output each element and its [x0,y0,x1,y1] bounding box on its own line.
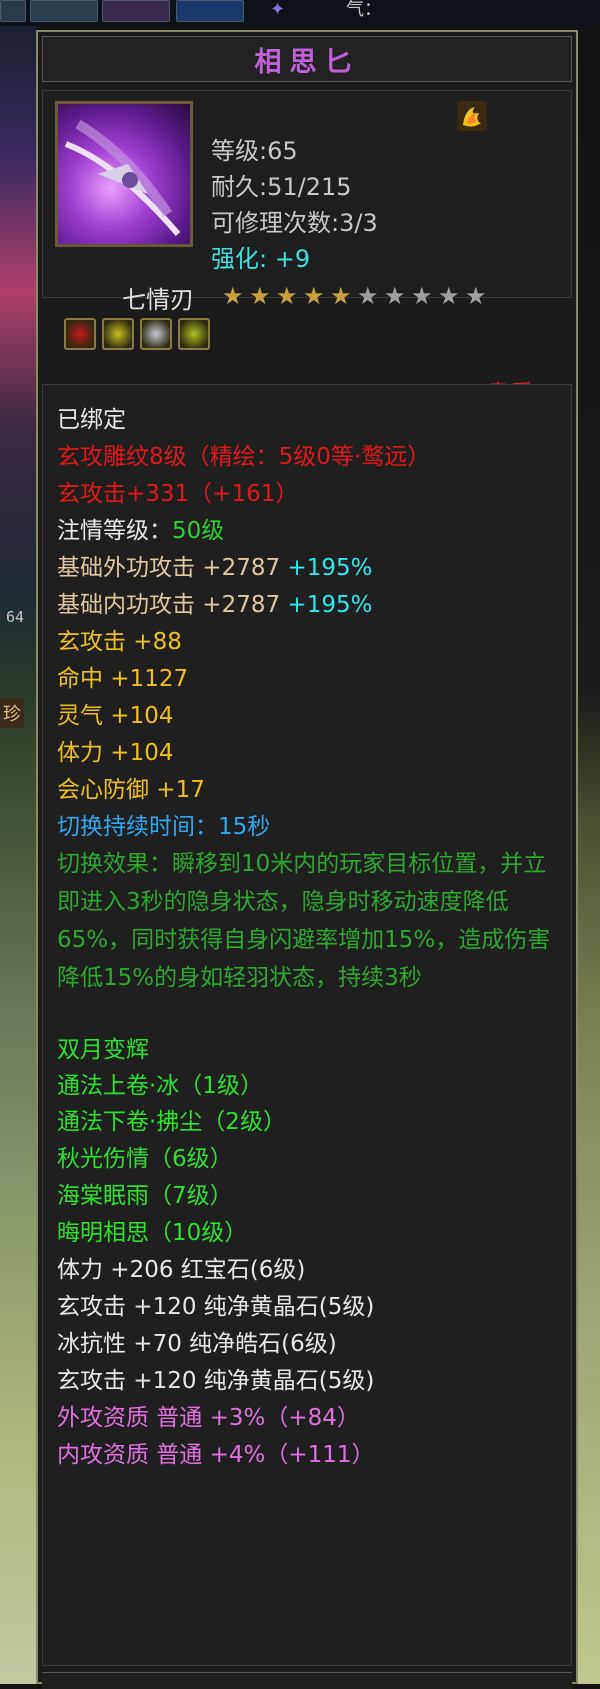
set-line: 海棠眠雨（7级） [57,1183,233,1209]
gem-line: 体力 +206 红宝石(6级) [57,1257,306,1283]
tooltip-footer [42,1672,572,1689]
top-bar: ✦ 气： [0,0,600,26]
stat-label: 基础内功攻击 +2787 [57,592,281,618]
set-line: 通法上卷·冰（1级） [57,1073,263,1099]
gem-socket-icon [64,318,96,350]
qi-label: 气： [346,0,382,20]
game-scene-left [0,26,36,1684]
gem-socket-icon [178,318,210,350]
star-filled-icon: ★ [303,282,325,310]
stat-line: 会心防御 +17 [57,777,205,803]
set-line: 晦明相思（10级） [57,1220,248,1246]
star-empty-icon: ★ [384,282,406,310]
set-line: 双月变辉 [57,1037,149,1063]
item-details: 已绑定 玄攻雕纹8级（精绘：5级0等·鹜远） 玄攻击+331（+161） 注情等… [42,384,572,1666]
side-number: 64 [6,608,25,626]
gem-line: 冰抗性 +70 纯净皓石(6级) [57,1331,337,1357]
quality-name: 七情刃 [122,286,194,314]
star-empty-icon: ★ [465,282,487,310]
bound-status: 已绑定 [57,407,126,433]
item-tooltip: 相思匕 等级:65 耐久:51/215 可修理次数:3/3 强化: +9 七情刃… [36,30,578,1689]
skill-slot[interactable] [0,0,26,22]
enhance-value: +9 [274,245,311,273]
set-line: 通法下卷·拂尘（2级） [57,1109,286,1135]
gem-sockets [64,318,210,350]
game-scene-right [578,26,600,1684]
item-header: 等级:65 耐久:51/215 可修理次数:3/3 强化: +9 [42,90,572,298]
star-empty-icon: ★ [438,282,460,310]
stat-label: 注情等级： [57,518,172,544]
skill-slot[interactable] [102,0,170,22]
skill-slot[interactable] [176,0,244,22]
star-filled-icon: ★ [222,282,244,310]
star-filled-icon: ★ [249,282,271,310]
item-enhance: 强化: +9 [211,239,310,274]
engraving-line: 玄攻雕纹8级（精绘：5级0等·鹜远） [57,444,431,470]
gem-line: 玄攻击 +120 纯净黄晶石(5级) [57,1294,375,1320]
star-empty-icon: ★ [357,282,379,310]
switch-effect: 切换效果：瞬移到10米内的玩家目标位置，并立即进入3秒的隐身状态，隐身时移动速度… [57,851,551,991]
stat-label: 基础外功攻击 +2787 [57,555,281,581]
dagger-icon [55,101,193,247]
skill-slot[interactable] [30,0,98,22]
stat-line: 基础外功攻击 +2787 +195% [57,553,372,583]
star-rating: ★ ★ ★ ★ ★ ★ ★ ★ ★ ★ [222,284,489,308]
gem-line: 玄攻击 +120 纯净黄晶石(5级) [57,1368,375,1394]
item-title: 相思匕 [254,46,360,78]
aptitude-line: 内攻资质 普通 +4%（+111） [57,1442,375,1468]
stat-line: 玄攻击 +88 [57,629,182,655]
stat-value: 50级 [172,518,225,544]
set-line: 秋光伤情（6级） [57,1146,233,1172]
switch-duration: 切换持续时间：15秒 [57,814,271,840]
stat-value: +195% [280,592,373,618]
status-glyph: ✦ [270,0,286,20]
stat-line: 注情等级：50级 [57,516,224,546]
aptitude-line: 外攻资质 普通 +3%（+84） [57,1405,360,1431]
star-filled-icon: ★ [276,282,298,310]
stat-line: 玄攻击+331（+161） [57,481,299,507]
stat-line: 基础内功攻击 +2787 +195% [57,590,372,620]
stat-line: 灵气 +104 [57,703,174,729]
item-level: 等级:65 [211,137,298,165]
star-empty-icon: ★ [411,282,433,310]
enhance-label: 强化: [211,245,268,273]
item-repairs: 可修理次数:3/3 [211,209,378,237]
title-bar: 相思匕 [42,36,572,82]
fire-badge-icon [455,99,489,133]
stat-line: 体力 +104 [57,740,174,766]
side-tab[interactable]: 珍 [0,698,24,728]
gem-socket-icon [140,318,172,350]
star-filled-icon: ★ [330,282,352,310]
stat-value: +195% [280,555,373,581]
item-durability: 耐久:51/215 [211,173,352,201]
stat-line: 命中 +1127 [57,666,189,692]
gem-socket-icon [102,318,134,350]
